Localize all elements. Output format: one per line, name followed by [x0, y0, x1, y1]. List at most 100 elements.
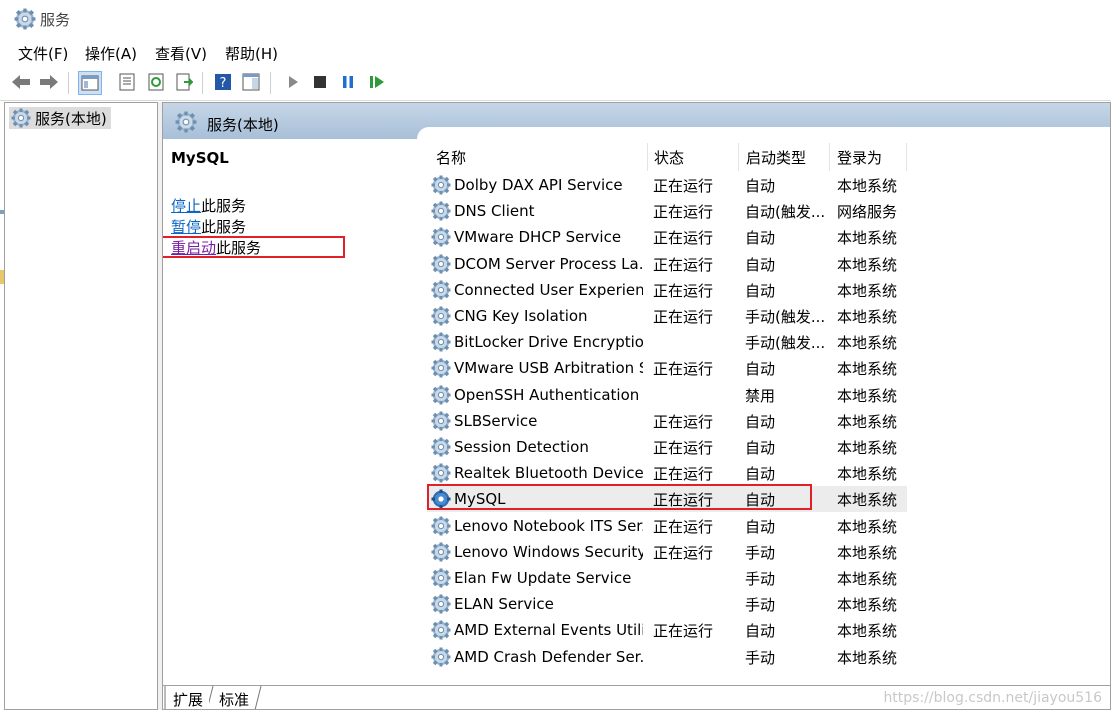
- table-row[interactable]: Lenovo Windows Security... 正在运行 手动 本地系统: [427, 539, 907, 565]
- column-separator[interactable]: [906, 143, 907, 171]
- service-log-on-as: 本地系统: [837, 648, 898, 667]
- service-name: Connected User Experien...: [454, 280, 643, 299]
- gear-icon: [431, 463, 451, 483]
- export-list-icon[interactable]: [173, 71, 195, 93]
- service-startup-type: 自动(触发...: [745, 203, 826, 222]
- table-row[interactable]: AMD Crash Defender Ser... 手动 本地系统: [427, 644, 907, 670]
- table-row[interactable]: Connected User Experien... 正在运行 自动 本地系统: [427, 277, 907, 303]
- console-tree-icon[interactable]: [78, 71, 102, 95]
- pause-service-link[interactable]: 暂停: [171, 218, 201, 236]
- column-separator[interactable]: [829, 143, 830, 171]
- table-row[interactable]: VMware DHCP Service 正在运行 自动 本地系统: [427, 224, 907, 250]
- service-name-cell: DCOM Server Process La...: [431, 254, 643, 274]
- service-status: 正在运行: [653, 517, 714, 536]
- column-header-log-on-as[interactable]: 登录为: [837, 143, 882, 171]
- menu-file[interactable]: 文件(F): [18, 43, 68, 64]
- service-name: SLBService: [454, 411, 538, 430]
- table-row[interactable]: SLBService 正在运行 自动 本地系统: [427, 408, 907, 434]
- service-status: 正在运行: [653, 177, 714, 195]
- table-row[interactable]: Lenovo Notebook ITS Ser... 正在运行 自动 本地系统: [427, 513, 907, 539]
- service-name: DNS Client: [454, 202, 535, 221]
- service-name: OpenSSH Authentication ...: [454, 385, 643, 404]
- toolbar-separator: [270, 72, 271, 94]
- service-name: AMD External Events Utility: [454, 621, 643, 640]
- table-row[interactable]: Realtek Bluetooth Device ... 正在运行 自动 本地系统: [427, 460, 907, 486]
- service-startup-type: 手动: [745, 570, 776, 588]
- show-hide-action-pane-icon[interactable]: [240, 71, 262, 93]
- gear-icon: [431, 568, 451, 588]
- service-log-on-as: 本地系统: [837, 229, 898, 248]
- play-icon[interactable]: [282, 71, 304, 93]
- service-name-cell: ELAN Service: [431, 594, 643, 614]
- service-log-on-as: 本地系统: [837, 491, 898, 510]
- selected-service-name: MySQL: [171, 149, 229, 167]
- pause-icon[interactable]: [337, 71, 359, 93]
- service-log-on-as: 本地系统: [837, 596, 898, 615]
- menu-view[interactable]: 查看(V): [155, 43, 207, 64]
- tab-extended[interactable]: 扩展: [167, 688, 210, 709]
- service-startup-type: 自动: [745, 177, 776, 195]
- table-row[interactable]: Session Detection 正在运行 自动 本地系统: [427, 434, 907, 460]
- toolbar-separator: [202, 72, 203, 94]
- menu-action[interactable]: 操作(A): [85, 43, 137, 64]
- table-row[interactable]: VMware USB Arbitration S... 正在运行 自动 本地系统: [427, 355, 907, 381]
- stop-icon[interactable]: [309, 71, 331, 93]
- service-status: 正在运行: [653, 543, 714, 562]
- tree-item-services-local[interactable]: 服务(本地): [9, 107, 111, 129]
- service-name: Session Detection: [454, 438, 589, 456]
- column-header-startup-type[interactable]: 启动类型: [746, 143, 806, 171]
- service-log-on-as: 本地系统: [837, 308, 898, 326]
- menu-help[interactable]: 帮助(H): [225, 43, 278, 64]
- help-icon[interactable]: ?: [212, 71, 234, 93]
- service-name: Realtek Bluetooth Device ...: [454, 464, 643, 483]
- action-suffix: 此服务: [201, 218, 247, 236]
- service-log-on-as: 本地系统: [837, 439, 898, 457]
- table-row[interactable]: DNS Client 正在运行 自动(触发... 网络服务: [427, 198, 907, 224]
- service-log-on-as: 本地系统: [837, 412, 898, 431]
- back-arrow-icon[interactable]: [10, 71, 32, 93]
- column-header-status[interactable]: 状态: [654, 143, 684, 171]
- tab-standard[interactable]: 标准: [213, 688, 255, 709]
- table-row[interactable]: BitLocker Drive Encryptio... 手动(触发... 本地系统: [427, 329, 907, 355]
- gear-icon: [431, 542, 451, 562]
- table-row[interactable]: DCOM Server Process La... 正在运行 自动 本地系统: [427, 251, 907, 277]
- service-name-cell: Lenovo Notebook ITS Ser...: [431, 516, 643, 536]
- column-header-name[interactable]: 名称: [436, 143, 466, 171]
- column-separator[interactable]: [738, 143, 739, 171]
- column-separator[interactable]: [647, 143, 648, 171]
- properties-icon[interactable]: [116, 71, 138, 93]
- service-log-on-as: 本地系统: [837, 360, 898, 379]
- gear-icon: [431, 516, 451, 536]
- service-status: 正在运行: [653, 203, 714, 222]
- refresh-icon[interactable]: [145, 71, 167, 93]
- gear-icon: [431, 647, 451, 667]
- gear-icon: [431, 227, 451, 247]
- gear-icon: [431, 437, 451, 457]
- forward-arrow-icon[interactable]: [38, 71, 60, 93]
- service-name: Elan Fw Update Service: [454, 569, 632, 587]
- table-row[interactable]: Dolby DAX API Service 正在运行 自动 本地系统: [427, 172, 907, 198]
- services-pane: 服务(本地) MySQL 停止此服务 暂停此服务 重启动此服务 名称 状态 启动…: [162, 102, 1111, 710]
- service-startup-type: 自动: [745, 439, 776, 457]
- mysql-highlight-box: [427, 484, 812, 510]
- service-name-cell: Session Detection: [431, 437, 643, 457]
- table-row[interactable]: CNG Key Isolation 正在运行 手动(触发... 本地系统: [427, 303, 907, 329]
- table-row[interactable]: AMD External Events Utility 正在运行 自动 本地系统: [427, 617, 907, 643]
- service-startup-type: 自动: [745, 412, 776, 431]
- service-startup-type: 手动: [745, 596, 776, 615]
- pause-service-action: 暂停此服务: [171, 216, 246, 237]
- service-log-on-as: 本地系统: [837, 622, 898, 641]
- service-startup-type: 自动: [745, 465, 776, 484]
- window-title: 服务: [40, 11, 71, 29]
- menu-bar: 文件(F) 操作(A) 查看(V) 帮助(H): [0, 38, 1111, 66]
- service-name-cell: AMD External Events Utility: [431, 620, 643, 640]
- table-row[interactable]: ELAN Service 手动 本地系统: [427, 591, 907, 617]
- service-description: MySQL 停止此服务 暂停此服务 重启动此服务: [171, 149, 411, 257]
- service-startup-type: 自动: [745, 622, 776, 641]
- table-row[interactable]: OpenSSH Authentication ... 禁用 本地系统: [427, 382, 907, 408]
- stop-service-link[interactable]: 停止: [171, 197, 201, 215]
- service-log-on-as: 本地系统: [837, 570, 898, 588]
- table-row[interactable]: Elan Fw Update Service 手动 本地系统: [427, 565, 907, 591]
- restart-icon[interactable]: [366, 71, 388, 93]
- gear-icon: [431, 620, 451, 640]
